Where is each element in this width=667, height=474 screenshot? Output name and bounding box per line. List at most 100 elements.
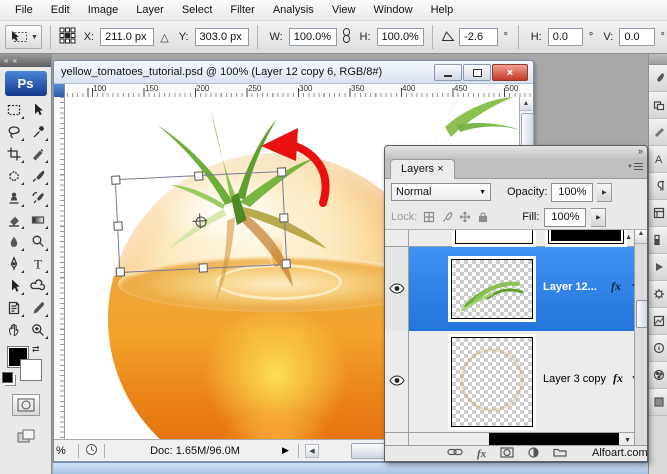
add-layer-style-icon[interactable]: fx <box>477 448 486 460</box>
add-layer-mask-icon[interactable] <box>500 447 514 461</box>
menu-image[interactable]: Image <box>79 0 128 20</box>
list-scroll-up-icon[interactable]: ▲ <box>625 234 632 241</box>
ruler-origin-corner[interactable] <box>54 84 65 97</box>
dock-channels-panel-button[interactable] <box>649 227 667 254</box>
blur-tool[interactable] <box>2 231 26 253</box>
menu-analysis[interactable]: Analysis <box>264 0 323 20</box>
background-color-swatch[interactable] <box>20 359 42 381</box>
dock-histogram-panel-button[interactable] <box>649 308 667 335</box>
panel-collapse-chevrons-icon[interactable]: » <box>638 146 642 156</box>
layer-row-partial-top[interactable]: ▲ <box>385 230 634 247</box>
transform-handle-bottom-left[interactable] <box>116 267 125 276</box>
lock-transparent-pixels-icon[interactable] <box>422 211 435 224</box>
layer-visibility-eye-icon[interactable] <box>389 375 405 386</box>
rotation-angle-field[interactable]: -2.6 <box>459 28 497 46</box>
menu-edit[interactable]: Edit <box>42 0 79 20</box>
dock-layer-comps-panel-button[interactable] <box>649 200 667 227</box>
minimize-button[interactable] <box>434 64 462 81</box>
dock-grip[interactable] <box>649 54 667 65</box>
dock-paragraph-panel-button[interactable] <box>649 173 667 200</box>
eraser-tool[interactable] <box>2 209 26 231</box>
layers-scroll-thumb[interactable] <box>636 300 647 328</box>
dodge-tool[interactable] <box>26 231 50 253</box>
layer-thumbnail[interactable] <box>451 259 533 319</box>
horizontal-ruler[interactable]: 100 150 200 250 300 350 400 450 500 <box>65 84 533 98</box>
path-selection-tool[interactable] <box>2 275 26 297</box>
transform-handle-bottom-right[interactable] <box>281 259 290 268</box>
status-clock-icon[interactable] <box>85 443 98 459</box>
layer-effects-fx-icon[interactable]: fx <box>613 371 623 386</box>
tool-preset-picker[interactable]: ▼ <box>5 25 42 49</box>
height-scale-field[interactable]: 100.0% <box>377 28 425 46</box>
opacity-field[interactable]: 100% <box>551 183 593 202</box>
layer-name[interactable]: Layer 12... <box>543 281 597 293</box>
transform-handle-middle-right[interactable] <box>279 213 288 222</box>
v-skew-field[interactable]: 0.0 <box>619 28 654 46</box>
dock-brushes-panel-button[interactable] <box>649 65 667 92</box>
scroll-up-arrow[interactable]: ▲ <box>520 97 532 111</box>
dock-info-panel-button[interactable] <box>649 335 667 362</box>
crop-tool[interactable] <box>2 143 26 165</box>
pen-tool[interactable] <box>2 253 26 275</box>
new-group-icon[interactable] <box>553 447 567 460</box>
lock-image-pixels-icon[interactable] <box>440 211 453 224</box>
status-flyout-arrow[interactable]: ▶ <box>282 445 289 456</box>
transform-handle-top-left[interactable] <box>111 175 120 184</box>
relative-positioning-toggle[interactable]: △ <box>160 31 168 44</box>
dock-actions-panel-button[interactable] <box>649 254 667 281</box>
layers-scrollbar[interactable]: ▲ <box>634 230 647 448</box>
reference-point-locator[interactable] <box>59 27 76 47</box>
rectangular-marquee-tool[interactable] <box>2 99 26 121</box>
y-position-field[interactable]: 303.0 px <box>195 28 249 46</box>
effects-expander-icon[interactable]: ▼ <box>624 437 631 444</box>
slice-tool[interactable] <box>26 143 50 165</box>
transform-handle-middle-left[interactable] <box>113 221 122 230</box>
layers-panel-drag-bar[interactable]: » <box>385 146 647 158</box>
hand-tool[interactable] <box>2 319 26 341</box>
panel-menu-icon[interactable]: ▼ <box>629 162 643 173</box>
lasso-tool[interactable] <box>2 121 26 143</box>
layers-scroll-up-arrow[interactable]: ▲ <box>635 230 647 244</box>
dock-swatches-panel-button[interactable] <box>649 119 667 146</box>
dock-character-panel-button[interactable]: A <box>649 146 667 173</box>
dock-clone-source-panel-button[interactable] <box>649 92 667 119</box>
clone-stamp-tool[interactable] <box>2 187 26 209</box>
menu-window[interactable]: Window <box>364 0 421 20</box>
transform-handle-top-center[interactable] <box>194 171 203 180</box>
transform-reference-point[interactable] <box>195 216 207 228</box>
layer-visibility-eye-icon[interactable] <box>389 283 405 294</box>
menu-help[interactable]: Help <box>422 0 463 20</box>
zoom-tool[interactable] <box>26 319 50 341</box>
restore-button[interactable] <box>463 64 491 81</box>
move-tool[interactable] <box>26 99 50 121</box>
link-layers-icon[interactable] <box>447 447 463 460</box>
eyedropper-tool[interactable] <box>26 297 50 319</box>
close-button[interactable]: × <box>492 64 528 81</box>
lock-all-icon[interactable] <box>476 211 489 224</box>
dock-navigator-panel-button[interactable] <box>649 281 667 308</box>
healing-brush-tool[interactable] <box>2 165 26 187</box>
x-position-field[interactable]: 211.0 px <box>100 28 154 46</box>
lock-position-icon[interactable] <box>458 211 471 224</box>
layer-row-selected[interactable]: Layer 12... fx ▼ <box>385 247 634 331</box>
brush-tool[interactable] <box>26 165 50 187</box>
layer-effects-fx-icon[interactable]: fx <box>611 279 621 294</box>
layer-thumbnail[interactable] <box>451 337 533 427</box>
swap-colors-icon[interactable]: ⇄ <box>32 344 40 355</box>
default-colors-icon[interactable] <box>2 372 13 383</box>
scroll-left-arrow[interactable]: ◀ <box>305 444 319 458</box>
document-size-readout[interactable]: Doc: 1.65M/96.0M <box>111 445 279 457</box>
fill-slider-arrow[interactable]: ▶ <box>591 208 606 227</box>
new-adjustment-layer-icon[interactable] <box>528 447 539 461</box>
notes-tool[interactable] <box>2 297 26 319</box>
blend-mode-select[interactable]: Normal ▼ <box>391 183 491 201</box>
quick-mask-mode-button[interactable] <box>12 394 40 416</box>
maintain-aspect-ratio-link-icon[interactable] <box>341 27 352 47</box>
layers-tab[interactable]: Layers × <box>390 159 455 179</box>
screen-mode-button[interactable] <box>13 426 39 446</box>
h-skew-field[interactable]: 0.0 <box>548 28 583 46</box>
document-title-bar[interactable]: yellow_tomatoes_tutorial.psd @ 100% (Lay… <box>54 61 533 84</box>
menu-file[interactable]: File <box>6 0 42 20</box>
menu-layer[interactable]: Layer <box>127 0 173 20</box>
custom-shape-tool[interactable] <box>26 275 50 297</box>
